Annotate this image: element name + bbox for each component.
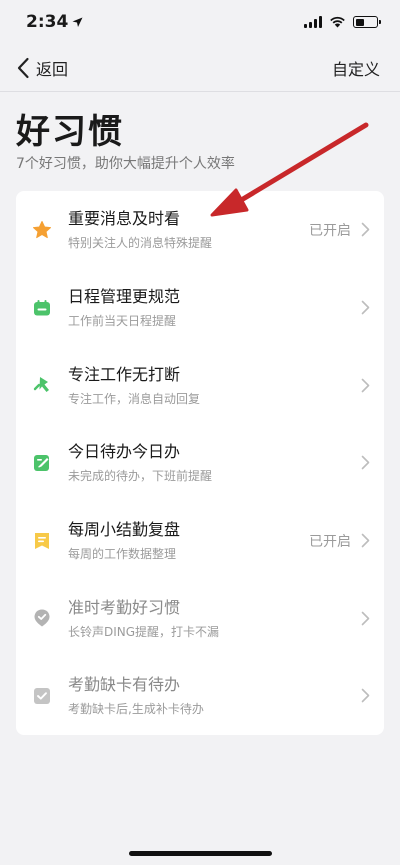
status-indicators [304, 16, 381, 28]
habit-description: 考勤缺卡后,生成补卡待办 [68, 702, 204, 717]
checkbox-icon [32, 686, 52, 706]
page-subtitle: 7个好习惯，助你大幅提升个人效率 [16, 156, 235, 172]
wifi-icon [330, 16, 345, 28]
habit-title: 重要消息及时看 [68, 209, 181, 229]
focus-icon [32, 375, 52, 395]
habit-description: 工作前当天日程提醒 [68, 314, 177, 329]
habit-row-weekly-summary[interactable]: 每周小结勤复盘 每周的工作数据整理 已开启 [16, 502, 384, 580]
customize-button[interactable]: 自定义 [332, 56, 380, 80]
habit-title: 准时考勤好习惯 [68, 597, 181, 617]
habit-row-attendance[interactable]: 准时考勤好习惯 长铃声DING提醒，打卡不漏 [16, 579, 384, 657]
habit-description: 未完成的待办，下班前提醒 [68, 469, 213, 484]
status-bar: 2:34 [0, 0, 400, 44]
chevron-left-icon [17, 57, 29, 78]
habit-row-todo[interactable]: 今日待办今日办 未完成的待办，下班前提醒 [16, 424, 384, 502]
nav-bar: 返回 自定义 [0, 44, 400, 92]
habit-status: 已开启 [309, 222, 351, 239]
habit-row-schedule[interactable]: 日程管理更规范 工作前当天日程提醒 [16, 269, 384, 347]
habits-card: 重要消息及时看 特别关注人的消息特殊提醒 已开启 日程管理更规范 工作前当天日程… [16, 191, 384, 735]
habit-description: 长铃声DING提醒，打卡不漏 [68, 624, 220, 639]
habit-status: 已开启 [309, 533, 351, 550]
back-button[interactable]: 返回 [16, 56, 68, 80]
habit-title: 今日待办今日办 [68, 442, 181, 462]
location-arrow-icon [72, 17, 83, 27]
habit-description: 每周的工作数据整理 [68, 547, 177, 562]
cellular-signal-icon [304, 16, 322, 28]
habit-title: 日程管理更规范 [68, 287, 181, 307]
habit-title: 考勤缺卡有待办 [68, 675, 181, 695]
chevron-right-icon [361, 378, 370, 393]
habit-title: 专注工作无打断 [68, 364, 181, 384]
habit-title: 每周小结勤复盘 [68, 520, 181, 540]
habit-row-focus[interactable]: 专注工作无打断 专注工作，消息自动回复 [16, 346, 384, 424]
page-title: 好习惯 [16, 112, 124, 152]
location-check-icon [32, 608, 52, 628]
todo-edit-icon [32, 453, 52, 473]
chevron-right-icon [361, 533, 370, 548]
habit-description: 特别关注人的消息特殊提醒 [68, 236, 213, 251]
chevron-right-icon [361, 611, 370, 626]
status-time-text: 2:34 [26, 12, 69, 32]
calendar-icon [32, 298, 52, 318]
home-indicator [129, 851, 272, 856]
habit-row-missed-punch[interactable]: 考勤缺卡有待办 考勤缺卡后,生成补卡待办 [16, 657, 384, 735]
back-label: 返回 [36, 59, 69, 79]
summary-icon [32, 531, 52, 551]
star-icon [32, 220, 52, 240]
habit-row-important-messages[interactable]: 重要消息及时看 特别关注人的消息特殊提醒 已开启 [16, 191, 384, 269]
chevron-right-icon [361, 223, 370, 237]
chevron-right-icon [361, 300, 370, 315]
chevron-right-icon [361, 456, 370, 470]
status-time: 2:34 [26, 12, 83, 32]
habit-description: 专注工作，消息自动回复 [68, 391, 201, 406]
battery-icon [353, 16, 381, 28]
chevron-right-icon [361, 689, 370, 703]
